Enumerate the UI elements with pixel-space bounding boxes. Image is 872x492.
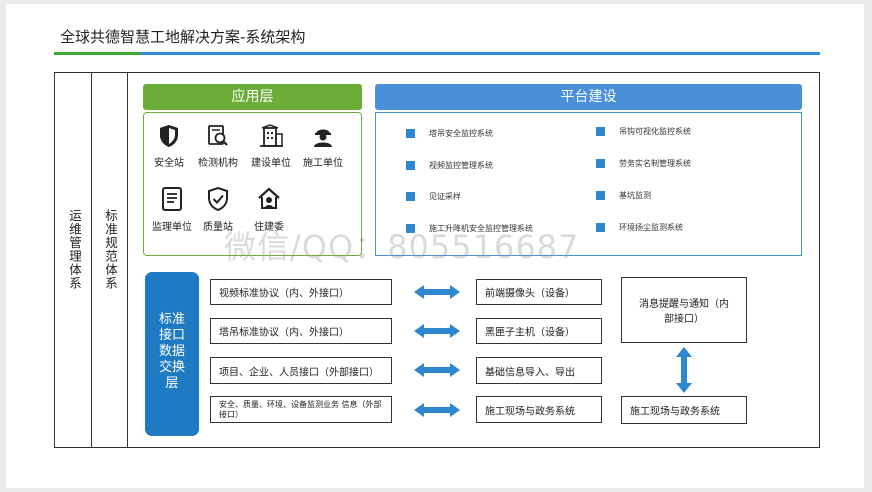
- platform-item: 塔吊安全监控系统: [406, 128, 493, 140]
- exchange-layer-label: 标准接口数据交换层: [158, 312, 185, 391]
- inspection-icon: [208, 125, 228, 146]
- platform-item-label: 环境扬尘监测系统: [619, 223, 683, 232]
- app-item-contractor: 施工单位: [294, 124, 352, 169]
- platform-item: 吊钩可视化监控系统: [596, 126, 691, 138]
- protocol-label: 视频标准协议（内、外接口）: [219, 288, 349, 300]
- double-arrow-icon: [414, 403, 460, 417]
- target-label: 黑匣子主机（设备）: [485, 327, 575, 339]
- protocol-box: 塔吊标准协议（内、外接口）: [210, 318, 392, 344]
- bullet-icon: [596, 223, 605, 232]
- app-item-label: 安全站: [154, 158, 184, 169]
- platform-item: 环境扬尘监测系统: [596, 222, 683, 234]
- house-icon: [258, 187, 280, 209]
- ops-system-label: 运维管理体系: [67, 209, 82, 290]
- notification-box: 消息提醒与通知（内部接口）: [621, 277, 747, 343]
- platform-item: 基坑监测: [596, 190, 651, 202]
- gov-system-label: 施工现场与政务系统: [630, 406, 720, 418]
- target-label: 施工现场与政务系统: [485, 406, 575, 417]
- target-box: 黑匣子主机（设备）: [476, 318, 602, 344]
- double-arrow-icon: [414, 363, 460, 377]
- bullet-icon: [406, 129, 415, 138]
- document-icon: [162, 187, 182, 211]
- title-underline-accent: [54, 52, 140, 55]
- target-label: 基础信息导入、导出: [485, 367, 575, 378]
- platform-item-label: 视频监控管理系统: [429, 161, 493, 170]
- app-item-label: 监理单位: [152, 222, 192, 233]
- app-item-label: 检测机构: [198, 158, 238, 169]
- app-item-label: 建设单位: [251, 158, 291, 169]
- platform-item-label: 基坑监测: [619, 191, 651, 200]
- exchange-layer-box: 标准接口数据交换层: [145, 272, 199, 436]
- platform-item-label: 见证采样: [429, 192, 461, 201]
- double-arrow-icon: [414, 324, 460, 338]
- target-box: 施工现场与政务系统: [476, 396, 602, 423]
- app-layer-header: 应用层: [143, 84, 362, 110]
- platform-item-label: 吊钩可视化监控系统: [619, 127, 691, 136]
- bullet-icon: [406, 161, 415, 170]
- worker-icon: [314, 129, 332, 147]
- building-icon: [260, 124, 283, 147]
- quality-shield-icon: [208, 186, 228, 212]
- protocol-label: 安全、质量、环境、设备监测业务 信息（外部接口）: [219, 399, 382, 419]
- app-item-label: 施工单位: [303, 158, 343, 169]
- std-system-label: 标准规范体系: [103, 209, 118, 290]
- platform-item-label: 劳务实名制管理系统: [619, 159, 691, 168]
- target-label: 前端摄像头（设备）: [485, 288, 575, 300]
- app-item-construction-owner: 建设单位: [242, 124, 300, 169]
- platform-item: 劳务实名制管理系统: [596, 158, 691, 170]
- platform-item-label: 塔吊安全监控系统: [429, 129, 493, 138]
- shield-icon: [160, 125, 178, 147]
- platform-item: 见证采样: [406, 191, 461, 203]
- bullet-icon: [596, 159, 605, 168]
- watermark: 微信/QQ：805516687: [224, 228, 580, 266]
- title-underline: [54, 52, 820, 55]
- page-title: 全球共德智慧工地解决方案-系统架构: [60, 28, 306, 46]
- protocol-label: 项目、企业、人员接口（外部接口）: [219, 367, 379, 378]
- bullet-icon: [596, 127, 605, 136]
- protocol-box: 安全、质量、环境、设备监测业务 信息（外部接口）: [210, 396, 392, 423]
- protocol-label: 塔吊标准协议（内、外接口）: [219, 327, 349, 339]
- platform-header: 平台建设: [375, 84, 802, 110]
- gov-system-box: 施工现场与政务系统: [621, 396, 747, 424]
- double-arrow-icon: [414, 285, 460, 299]
- bullet-icon: [406, 192, 415, 201]
- platform-item: 视频监控管理系统: [406, 160, 493, 172]
- vertical-double-arrow-icon: [676, 347, 692, 393]
- bullet-icon: [596, 191, 605, 200]
- target-box: 基础信息导入、导出: [476, 357, 602, 384]
- protocol-box: 项目、企业、人员接口（外部接口）: [210, 357, 392, 384]
- notification-label: 消息提醒与通知（内部接口）: [639, 299, 729, 325]
- app-item-inspection: 检测机构: [189, 124, 247, 169]
- target-box: 前端摄像头（设备）: [476, 279, 602, 305]
- protocol-box: 视频标准协议（内、外接口）: [210, 279, 392, 305]
